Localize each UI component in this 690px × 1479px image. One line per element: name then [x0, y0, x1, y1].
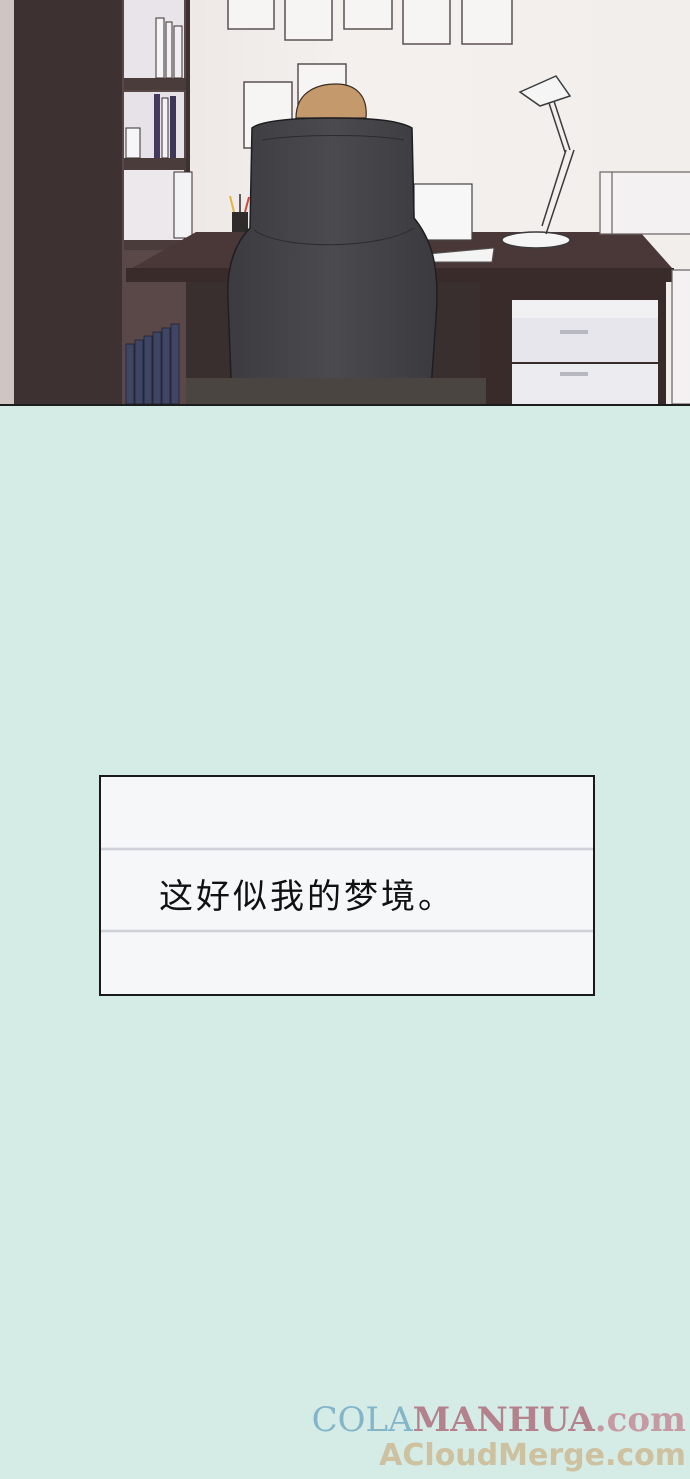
paper-rule-line — [101, 847, 593, 851]
watermark: COLAMANHUA.com ACloudMerge.com — [312, 1403, 686, 1471]
paper-rule-line — [101, 929, 593, 933]
watermark-com: .com — [594, 1400, 686, 1440]
comic-page: 这好似我的梦境。 COLAMANHUA.com ACloudMerge.com — [0, 0, 690, 1479]
person-in-chair — [227, 83, 438, 404]
office-scene-panel — [0, 0, 690, 406]
watermark-manhua: MANHUA — [412, 1400, 595, 1440]
narration-caption-box: 这好似我的梦境。 — [99, 775, 595, 996]
watermark-cola: COLA — [311, 1400, 413, 1440]
watermark-line-1: COLAMANHUA.com — [312, 1403, 686, 1437]
watermark-line-2: ACloudMerge.com — [379, 1438, 686, 1473]
office-illustration — [0, 0, 690, 404]
caption-text: 这好似我的梦境。 — [159, 877, 455, 917]
bookshelf — [14, 0, 193, 404]
